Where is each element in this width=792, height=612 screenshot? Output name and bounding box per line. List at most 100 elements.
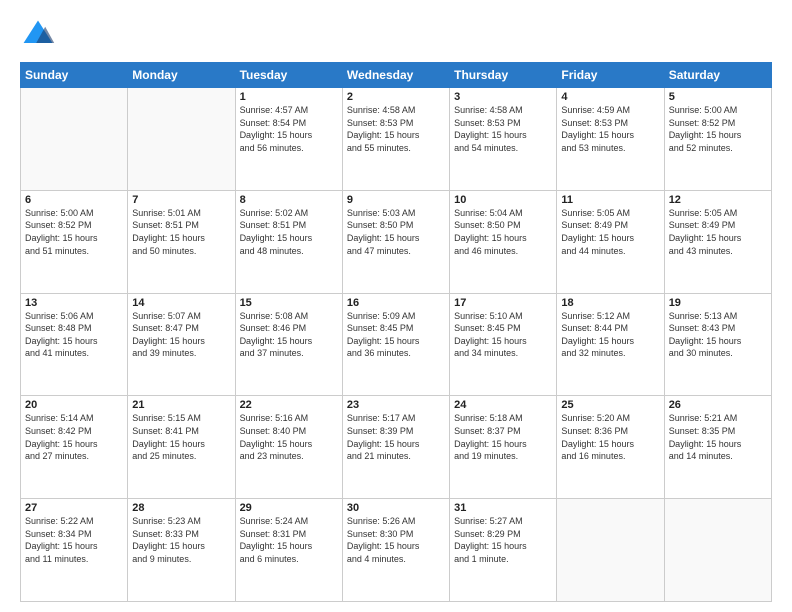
calendar-cell: 13Sunrise: 5:06 AM Sunset: 8:48 PM Dayli… [21,293,128,396]
calendar-cell [21,88,128,191]
day-info: Sunrise: 5:14 AM Sunset: 8:42 PM Dayligh… [25,412,123,462]
day-info: Sunrise: 5:18 AM Sunset: 8:37 PM Dayligh… [454,412,552,462]
page: SundayMondayTuesdayWednesdayThursdayFrid… [0,0,792,612]
day-info: Sunrise: 5:17 AM Sunset: 8:39 PM Dayligh… [347,412,445,462]
day-info: Sunrise: 5:00 AM Sunset: 8:52 PM Dayligh… [25,207,123,257]
calendar-cell: 15Sunrise: 5:08 AM Sunset: 8:46 PM Dayli… [235,293,342,396]
day-number: 31 [454,502,552,514]
day-number: 11 [561,194,659,206]
day-number: 18 [561,297,659,309]
calendar-cell: 4Sunrise: 4:59 AM Sunset: 8:53 PM Daylig… [557,88,664,191]
day-info: Sunrise: 4:57 AM Sunset: 8:54 PM Dayligh… [240,104,338,154]
day-info: Sunrise: 5:05 AM Sunset: 8:49 PM Dayligh… [561,207,659,257]
week-row-2: 6Sunrise: 5:00 AM Sunset: 8:52 PM Daylig… [21,190,772,293]
calendar-cell: 7Sunrise: 5:01 AM Sunset: 8:51 PM Daylig… [128,190,235,293]
col-header-monday: Monday [128,63,235,88]
calendar-cell: 5Sunrise: 5:00 AM Sunset: 8:52 PM Daylig… [664,88,771,191]
calendar-cell: 23Sunrise: 5:17 AM Sunset: 8:39 PM Dayli… [342,396,449,499]
calendar-cell: 28Sunrise: 5:23 AM Sunset: 8:33 PM Dayli… [128,499,235,602]
day-number: 12 [669,194,767,206]
day-info: Sunrise: 5:22 AM Sunset: 8:34 PM Dayligh… [25,515,123,565]
day-number: 14 [132,297,230,309]
col-header-thursday: Thursday [450,63,557,88]
calendar-cell: 21Sunrise: 5:15 AM Sunset: 8:41 PM Dayli… [128,396,235,499]
week-row-1: 1Sunrise: 4:57 AM Sunset: 8:54 PM Daylig… [21,88,772,191]
calendar-table: SundayMondayTuesdayWednesdayThursdayFrid… [20,62,772,602]
day-number: 17 [454,297,552,309]
day-number: 5 [669,91,767,103]
day-info: Sunrise: 5:02 AM Sunset: 8:51 PM Dayligh… [240,207,338,257]
day-info: Sunrise: 5:13 AM Sunset: 8:43 PM Dayligh… [669,310,767,360]
calendar-cell: 25Sunrise: 5:20 AM Sunset: 8:36 PM Dayli… [557,396,664,499]
logo-icon [20,16,56,52]
col-header-friday: Friday [557,63,664,88]
header-row: SundayMondayTuesdayWednesdayThursdayFrid… [21,63,772,88]
calendar-cell: 3Sunrise: 4:58 AM Sunset: 8:53 PM Daylig… [450,88,557,191]
calendar-cell: 27Sunrise: 5:22 AM Sunset: 8:34 PM Dayli… [21,499,128,602]
day-info: Sunrise: 5:26 AM Sunset: 8:30 PM Dayligh… [347,515,445,565]
calendar-cell: 9Sunrise: 5:03 AM Sunset: 8:50 PM Daylig… [342,190,449,293]
day-number: 29 [240,502,338,514]
day-number: 19 [669,297,767,309]
header [20,16,772,52]
calendar-cell: 12Sunrise: 5:05 AM Sunset: 8:49 PM Dayli… [664,190,771,293]
day-info: Sunrise: 5:07 AM Sunset: 8:47 PM Dayligh… [132,310,230,360]
week-row-5: 27Sunrise: 5:22 AM Sunset: 8:34 PM Dayli… [21,499,772,602]
calendar-cell: 26Sunrise: 5:21 AM Sunset: 8:35 PM Dayli… [664,396,771,499]
day-info: Sunrise: 5:05 AM Sunset: 8:49 PM Dayligh… [669,207,767,257]
day-number: 3 [454,91,552,103]
day-info: Sunrise: 4:59 AM Sunset: 8:53 PM Dayligh… [561,104,659,154]
day-info: Sunrise: 5:27 AM Sunset: 8:29 PM Dayligh… [454,515,552,565]
calendar-cell: 11Sunrise: 5:05 AM Sunset: 8:49 PM Dayli… [557,190,664,293]
day-info: Sunrise: 5:04 AM Sunset: 8:50 PM Dayligh… [454,207,552,257]
day-number: 24 [454,399,552,411]
day-info: Sunrise: 5:23 AM Sunset: 8:33 PM Dayligh… [132,515,230,565]
day-info: Sunrise: 5:08 AM Sunset: 8:46 PM Dayligh… [240,310,338,360]
day-number: 4 [561,91,659,103]
day-number: 9 [347,194,445,206]
logo [20,16,60,52]
col-header-saturday: Saturday [664,63,771,88]
calendar-cell: 20Sunrise: 5:14 AM Sunset: 8:42 PM Dayli… [21,396,128,499]
calendar-cell: 29Sunrise: 5:24 AM Sunset: 8:31 PM Dayli… [235,499,342,602]
day-number: 8 [240,194,338,206]
week-row-3: 13Sunrise: 5:06 AM Sunset: 8:48 PM Dayli… [21,293,772,396]
day-info: Sunrise: 5:06 AM Sunset: 8:48 PM Dayligh… [25,310,123,360]
day-number: 20 [25,399,123,411]
calendar-header: SundayMondayTuesdayWednesdayThursdayFrid… [21,63,772,88]
calendar-cell: 22Sunrise: 5:16 AM Sunset: 8:40 PM Dayli… [235,396,342,499]
day-number: 10 [454,194,552,206]
day-number: 21 [132,399,230,411]
day-info: Sunrise: 5:21 AM Sunset: 8:35 PM Dayligh… [669,412,767,462]
calendar-cell: 1Sunrise: 4:57 AM Sunset: 8:54 PM Daylig… [235,88,342,191]
day-number: 27 [25,502,123,514]
calendar-cell: 8Sunrise: 5:02 AM Sunset: 8:51 PM Daylig… [235,190,342,293]
calendar-body: 1Sunrise: 4:57 AM Sunset: 8:54 PM Daylig… [21,88,772,602]
calendar-cell: 24Sunrise: 5:18 AM Sunset: 8:37 PM Dayli… [450,396,557,499]
calendar-cell: 14Sunrise: 5:07 AM Sunset: 8:47 PM Dayli… [128,293,235,396]
day-info: Sunrise: 5:16 AM Sunset: 8:40 PM Dayligh… [240,412,338,462]
day-number: 1 [240,91,338,103]
col-header-tuesday: Tuesday [235,63,342,88]
day-info: Sunrise: 5:15 AM Sunset: 8:41 PM Dayligh… [132,412,230,462]
day-info: Sunrise: 5:01 AM Sunset: 8:51 PM Dayligh… [132,207,230,257]
day-number: 6 [25,194,123,206]
day-number: 15 [240,297,338,309]
day-info: Sunrise: 5:24 AM Sunset: 8:31 PM Dayligh… [240,515,338,565]
calendar-cell: 31Sunrise: 5:27 AM Sunset: 8:29 PM Dayli… [450,499,557,602]
day-number: 7 [132,194,230,206]
calendar-cell: 18Sunrise: 5:12 AM Sunset: 8:44 PM Dayli… [557,293,664,396]
day-number: 22 [240,399,338,411]
calendar-cell [128,88,235,191]
day-info: Sunrise: 5:10 AM Sunset: 8:45 PM Dayligh… [454,310,552,360]
day-number: 23 [347,399,445,411]
calendar-cell: 6Sunrise: 5:00 AM Sunset: 8:52 PM Daylig… [21,190,128,293]
calendar-cell: 16Sunrise: 5:09 AM Sunset: 8:45 PM Dayli… [342,293,449,396]
day-number: 28 [132,502,230,514]
day-number: 30 [347,502,445,514]
day-number: 2 [347,91,445,103]
calendar-cell: 19Sunrise: 5:13 AM Sunset: 8:43 PM Dayli… [664,293,771,396]
day-number: 25 [561,399,659,411]
day-number: 26 [669,399,767,411]
col-header-sunday: Sunday [21,63,128,88]
